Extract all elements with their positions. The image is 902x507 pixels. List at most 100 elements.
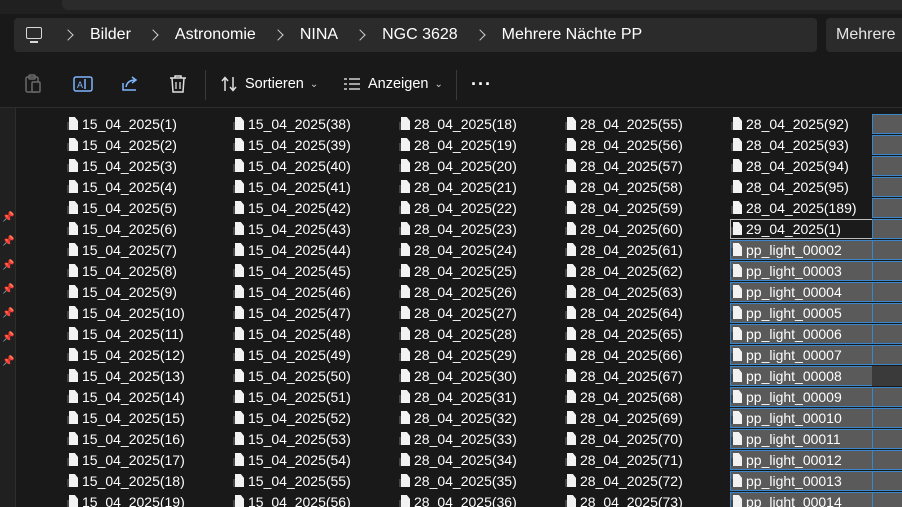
file-item[interactable]: 15_04_2025(45) — [232, 261, 351, 281]
file-item[interactable]: 15_04_2025(48) — [232, 324, 351, 344]
chevron-right-icon[interactable] — [62, 29, 74, 41]
file-item[interactable]: 28_04_2025(59) — [564, 198, 683, 218]
window-tab-area[interactable] — [62, 0, 902, 10]
file-item[interactable]: 28_04_2025(31) — [398, 387, 517, 407]
file-item[interactable]: pp_light_00011 — [730, 429, 894, 449]
file-item[interactable]: 28_04_2025(68) — [564, 387, 683, 407]
file-item[interactable]: 28_04_2025(22) — [398, 198, 517, 218]
file-item[interactable]: 15_04_2025(56) — [232, 492, 351, 507]
sort-button[interactable]: Sortieren ⌄ — [220, 72, 318, 96]
file-item[interactable]: 28_04_2025(61) — [564, 240, 683, 260]
file-item[interactable] — [872, 366, 902, 386]
file-item[interactable] — [872, 198, 902, 218]
file-item[interactable]: 15_04_2025(42) — [232, 198, 351, 218]
file-item[interactable]: 28_04_2025(24) — [398, 240, 517, 260]
file-item[interactable]: 28_04_2025(55) — [564, 114, 683, 134]
breadcrumb-item-nina[interactable]: NINA — [300, 26, 338, 44]
file-item[interactable]: 28_04_2025(70) — [564, 429, 683, 449]
file-item[interactable]: 28_04_2025(92) — [730, 114, 849, 134]
file-item[interactable] — [872, 240, 902, 260]
file-item[interactable]: 28_04_2025(189) — [730, 198, 857, 218]
file-item[interactable]: 15_04_2025(6) — [66, 219, 177, 239]
pin-icon[interactable]: 📌 — [2, 356, 14, 367]
file-item[interactable]: pp_light_00006 — [730, 324, 894, 344]
file-item[interactable] — [872, 135, 902, 155]
file-item[interactable]: pp_light_00007 — [730, 345, 894, 365]
file-item[interactable] — [872, 471, 902, 491]
delete-button[interactable] — [169, 72, 187, 96]
file-item[interactable]: 28_04_2025(36) — [398, 492, 517, 507]
chevron-right-icon[interactable] — [272, 29, 284, 41]
file-item[interactable]: 15_04_2025(17) — [66, 450, 185, 470]
file-item[interactable]: 15_04_2025(49) — [232, 345, 351, 365]
file-list[interactable]: 15_04_2025(1) 15_04_2025(2) 15_04_2025(3) 1… — [16, 108, 902, 507]
file-item[interactable]: 15_04_2025(41) — [232, 177, 351, 197]
file-item[interactable]: 28_04_2025(60) — [564, 219, 683, 239]
file-item[interactable]: 15_04_2025(39) — [232, 135, 351, 155]
rename-button[interactable]: A — [73, 72, 93, 96]
file-item[interactable]: 28_04_2025(18) — [398, 114, 517, 134]
file-item[interactable] — [872, 324, 902, 344]
file-item[interactable] — [872, 156, 902, 176]
file-item[interactable]: 28_04_2025(32) — [398, 408, 517, 428]
file-item[interactable]: 15_04_2025(50) — [232, 366, 351, 386]
file-item[interactable] — [872, 345, 902, 365]
paste-button[interactable] — [24, 72, 42, 96]
file-item[interactable]: 15_04_2025(15) — [66, 408, 185, 428]
file-item[interactable]: 28_04_2025(28) — [398, 324, 517, 344]
file-item[interactable]: 15_04_2025(43) — [232, 219, 351, 239]
file-item[interactable]: 15_04_2025(18) — [66, 471, 185, 491]
file-item[interactable]: 15_04_2025(2) — [66, 135, 177, 155]
file-item[interactable]: pp_light_00004 — [730, 282, 894, 302]
file-item[interactable]: 28_04_2025(63) — [564, 282, 683, 302]
file-item[interactable]: 28_04_2025(35) — [398, 471, 517, 491]
file-item[interactable]: 15_04_2025(55) — [232, 471, 351, 491]
file-item[interactable] — [872, 429, 902, 449]
file-item[interactable]: pp_light_00002 — [730, 240, 894, 260]
file-item[interactable]: 28_04_2025(94) — [730, 156, 849, 176]
file-item[interactable]: 28_04_2025(95) — [730, 177, 849, 197]
file-item[interactable] — [872, 261, 902, 281]
file-item[interactable]: pp_light_00010 — [730, 408, 894, 428]
breadcrumb-item-ngc-3628[interactable]: NGC 3628 — [382, 26, 458, 44]
file-item[interactable]: 28_04_2025(34) — [398, 450, 517, 470]
file-item[interactable]: 15_04_2025(9) — [66, 282, 177, 302]
chevron-right-icon[interactable] — [354, 29, 366, 41]
view-button[interactable]: Anzeigen ⌄ — [343, 72, 443, 96]
file-item[interactable]: 15_04_2025(40) — [232, 156, 351, 176]
file-item[interactable]: 15_04_2025(12) — [66, 345, 185, 365]
file-item[interactable]: 28_04_2025(66) — [564, 345, 683, 365]
file-item[interactable]: 15_04_2025(52) — [232, 408, 351, 428]
file-item[interactable]: 28_04_2025(58) — [564, 177, 683, 197]
chevron-right-icon[interactable] — [147, 29, 159, 41]
file-item[interactable]: 28_04_2025(64) — [564, 303, 683, 323]
pin-icon[interactable]: 📌 — [2, 236, 14, 247]
file-item[interactable]: 28_04_2025(23) — [398, 219, 517, 239]
file-item[interactable]: 15_04_2025(47) — [232, 303, 351, 323]
file-item[interactable]: 28_04_2025(73) — [564, 492, 683, 507]
file-item[interactable]: 15_04_2025(1) — [66, 114, 177, 134]
file-item[interactable]: 15_04_2025(19) — [66, 492, 185, 507]
pin-icon[interactable]: 📌 — [2, 260, 14, 271]
file-item[interactable]: 28_04_2025(71) — [564, 450, 683, 470]
breadcrumb-item-current[interactable]: Mehrere Nächte PP — [502, 26, 643, 44]
file-item[interactable]: 28_04_2025(93) — [730, 135, 849, 155]
file-item[interactable]: 15_04_2025(54) — [232, 450, 351, 470]
file-item[interactable]: 15_04_2025(51) — [232, 387, 351, 407]
file-item[interactable]: pp_light_00012 — [730, 450, 894, 470]
file-item[interactable]: 15_04_2025(44) — [232, 240, 351, 260]
file-item[interactable]: 15_04_2025(4) — [66, 177, 177, 197]
file-item[interactable]: 28_04_2025(21) — [398, 177, 517, 197]
file-item[interactable]: pp_light_00005 — [730, 303, 894, 323]
file-item[interactable]: 28_04_2025(27) — [398, 303, 517, 323]
file-item[interactable] — [872, 303, 902, 323]
file-item[interactable]: 28_04_2025(30) — [398, 366, 517, 386]
file-item[interactable]: 15_04_2025(14) — [66, 387, 185, 407]
file-item[interactable]: 15_04_2025(3) — [66, 156, 177, 176]
file-item[interactable]: 28_04_2025(65) — [564, 324, 683, 344]
file-item[interactable]: pp_light_00009 — [730, 387, 894, 407]
file-item[interactable]: 15_04_2025(8) — [66, 261, 177, 281]
pin-icon[interactable]: 📌 — [2, 308, 14, 319]
file-item[interactable]: 28_04_2025(57) — [564, 156, 683, 176]
pin-icon[interactable]: 📌 — [2, 212, 14, 223]
